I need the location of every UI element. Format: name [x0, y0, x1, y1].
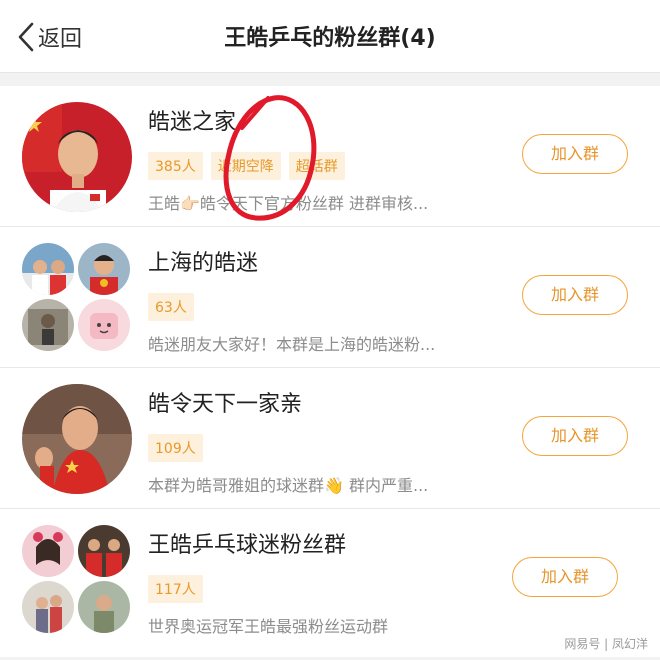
group-row[interactable]: 皓令天下一家亲 109人 本群为皓哥雅姐的球迷群👋 群内严重... 加入群 — [0, 368, 660, 509]
group-tags: 117人 — [148, 575, 203, 603]
group-tags: 385人 近期空降 超话群 — [148, 152, 345, 180]
watermark: 网易号 | 凤幻洋 — [564, 637, 648, 651]
group-name: 皓令天下一家亲 — [148, 392, 303, 417]
group-avatar — [22, 243, 132, 353]
join-group-button[interactable]: 加入群 — [522, 275, 628, 315]
member-avatar — [22, 299, 74, 351]
page-title: 王皓乒乓的粉丝群(4) — [224, 26, 436, 51]
join-group-button[interactable]: 加入群 — [522, 134, 628, 174]
member-count-badge: 117人 — [148, 575, 203, 603]
group-name: 王皓乒乓球迷粉丝群 — [148, 533, 347, 558]
group-avatar — [22, 525, 132, 635]
member-avatar — [78, 243, 130, 295]
group-tags: 109人 — [148, 434, 203, 462]
member-avatar — [78, 299, 130, 351]
status-badge: 近期空降 — [210, 152, 281, 180]
group-description: 王皓👉🏻皓令天下官方粉丝群 进群审核... — [148, 194, 429, 213]
member-count-badge: 63人 — [148, 293, 194, 321]
member-avatar — [78, 525, 130, 577]
member-count-badge: 109人 — [148, 434, 203, 462]
group-description: 皓迷朋友大家好！本群是上海的皓迷粉... — [148, 335, 436, 354]
member-avatar — [22, 525, 74, 577]
group-name: 上海的皓迷 — [148, 251, 259, 276]
group-description: 世界奥运冠军王皓最强粉丝运动群 — [148, 617, 389, 636]
group-row[interactable]: 皓迷之家 385人 近期空降 超话群 王皓👉🏻皓令天下官方粉丝群 进群审核...… — [0, 86, 660, 227]
group-tags: 63人 — [148, 293, 194, 321]
group-row[interactable]: 王皓乒乓球迷粉丝群 117人 世界奥运冠军王皓最强粉丝运动群 加入群 — [0, 509, 660, 657]
join-group-button[interactable]: 加入群 — [522, 416, 628, 456]
group-name: 皓迷之家 — [148, 110, 237, 135]
member-avatar — [78, 581, 130, 633]
member-count-badge: 385人 — [148, 152, 203, 180]
group-list: 皓迷之家 385人 近期空降 超话群 王皓👉🏻皓令天下官方粉丝群 进群审核...… — [0, 86, 660, 657]
nav-bar: 返回 王皓乒乓的粉丝群(4) — [0, 0, 660, 73]
member-avatar — [22, 243, 74, 295]
group-avatar — [22, 102, 132, 212]
join-group-button[interactable]: 加入群 — [512, 557, 618, 597]
type-badge: 超话群 — [288, 152, 345, 180]
group-avatar — [22, 384, 132, 494]
member-avatar — [22, 581, 74, 633]
group-row[interactable]: 上海的皓迷 63人 皓迷朋友大家好！本群是上海的皓迷粉... 加入群 — [0, 227, 660, 368]
group-description: 本群为皓哥雅姐的球迷群👋 群内严重... — [148, 476, 429, 495]
